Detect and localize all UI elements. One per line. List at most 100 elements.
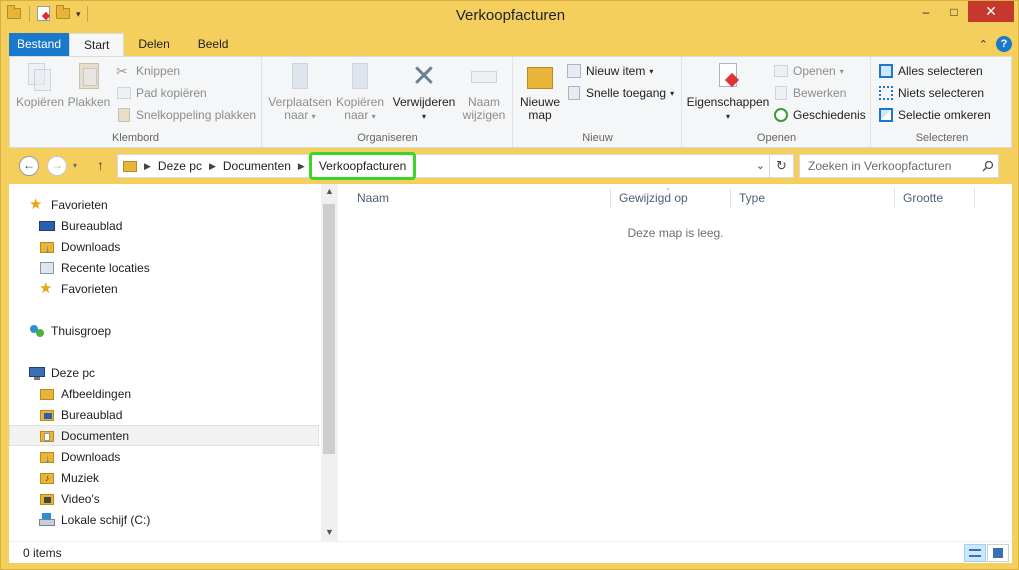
paste-button[interactable]: Plakken [66, 61, 112, 109]
new-folder-button[interactable]: Nieuwe map [518, 61, 562, 122]
nav-label: Downloads [61, 449, 121, 464]
nav-homegroup-header[interactable]: Thuisgroep [9, 320, 319, 341]
edit-button[interactable]: Bewerken [773, 83, 846, 103]
address-dropdown-icon[interactable]: ⌄ [756, 159, 765, 172]
maximize-button[interactable]: □ [940, 1, 968, 22]
nav-favorites-header[interactable]: ★ Favorieten [9, 194, 319, 215]
file-list: Naam Gewijzigd op Type Grootte ⌄ Deze ma… [339, 184, 1012, 541]
column-header-modified[interactable]: Gewijzigd op [611, 188, 731, 208]
nav-label: Bureaublad [61, 218, 123, 233]
search-icon[interactable] [982, 160, 994, 172]
window-controls: – □ ✕ [912, 1, 1014, 22]
minimize-button[interactable]: – [912, 1, 940, 22]
nav-label: Documenten [61, 428, 130, 443]
address-bar[interactable]: ▶ Deze pc ▶ Documenten ▶ Verkoopfacturen… [117, 152, 794, 180]
pictures-folder-icon [39, 386, 55, 402]
scrollbar-thumb[interactable] [323, 204, 335, 454]
folder-icon [122, 158, 138, 174]
nav-item-favorites[interactable]: ★ Favorieten [9, 278, 319, 299]
close-button[interactable]: ✕ [968, 1, 1014, 22]
chevron-down-icon: ▾ [649, 66, 654, 76]
group-select: Alles selecteren Niets selecteren Select… [872, 57, 1012, 147]
tab-share[interactable]: Delen [124, 33, 183, 57]
cut-label: Knippen [136, 64, 181, 78]
large-icons-view-button[interactable] [987, 544, 1009, 562]
properties-label: Eigenschappen [686, 95, 770, 109]
column-header-size[interactable]: Grootte [895, 188, 975, 208]
select-all-button[interactable]: Alles selecteren [878, 61, 983, 81]
open-button[interactable]: Openen ▾ [773, 61, 844, 81]
open-icon [773, 63, 789, 79]
navigation-bar: ← → ▾ ↑ ▶ Deze pc ▶ Documenten ▶ Verkoop… [9, 152, 1012, 180]
properties-button[interactable]: Eigenschappen ▾ [685, 61, 771, 123]
easy-access-button[interactable]: Snelle toegang ▾ [566, 83, 674, 103]
videos-folder-icon [39, 491, 55, 507]
breadcrumb-this-pc[interactable]: Deze pc [153, 159, 207, 173]
copy-to-button[interactable]: Kopiëren naar ▾ [333, 61, 387, 123]
help-icon[interactable]: ? [996, 36, 1012, 52]
cut-button[interactable]: ✂ Knippen [116, 61, 180, 81]
new-folder-icon [524, 61, 556, 93]
breadcrumb-current-folder[interactable]: Verkoopfacturen [308, 152, 417, 180]
select-all-label: Alles selecteren [898, 64, 983, 78]
up-button[interactable]: ↑ [97, 157, 104, 173]
group-label-select: Selecteren [915, 132, 969, 144]
nav-item-desktop[interactable]: Bureaublad [9, 215, 319, 236]
computer-icon [29, 365, 45, 381]
back-button[interactable]: ← [19, 156, 39, 176]
nav-item-downloads[interactable]: ↓ Downloads [9, 236, 319, 257]
details-view-button[interactable] [964, 544, 986, 562]
rename-button[interactable]: Naam wijzigen [459, 61, 509, 122]
large-icons-view-icon [993, 548, 1003, 558]
invert-selection-label: Selectie omkeren [898, 108, 991, 122]
recent-locations-icon[interactable]: ▾ [73, 161, 77, 170]
column-header-type[interactable]: Type [731, 188, 895, 208]
group-label-new: Nieuw [582, 132, 613, 144]
edit-label: Bewerken [793, 86, 847, 100]
history-button[interactable]: Geschiedenis [773, 105, 866, 125]
forward-button[interactable]: → [47, 156, 67, 176]
nav-item-desktop-folder[interactable]: Bureaublad [9, 404, 319, 425]
move-to-label-2: naar [284, 108, 309, 122]
copy-button[interactable]: Kopiëren [16, 61, 64, 109]
breadcrumb-documents[interactable]: Documenten [218, 159, 296, 173]
rename-label-2: wijzigen [462, 108, 506, 122]
search-input[interactable]: Zoeken in Verkoopfacturen [799, 154, 999, 178]
nav-item-local-disk[interactable]: Lokale schijf (C:) [9, 509, 319, 530]
paste-shortcut-label: Snelkoppeling plakken [136, 108, 257, 122]
copy-path-button[interactable]: Pad kopiëren [116, 83, 207, 103]
recent-icon [39, 260, 55, 276]
navigation-pane-scrollbar[interactable]: ▲ ▼ [321, 184, 338, 541]
nav-item-pictures[interactable]: Afbeeldingen [9, 383, 319, 404]
nav-item-videos[interactable]: Video's [9, 488, 319, 509]
column-header-name[interactable]: Naam [349, 188, 611, 208]
delete-button[interactable]: ✕ Verwijderen ▾ [391, 61, 457, 123]
tab-start[interactable]: Start [69, 33, 125, 57]
star-icon: ★ [39, 279, 53, 297]
nav-this-pc-header[interactable]: Deze pc [9, 362, 319, 383]
new-folder-label-2: map [528, 108, 552, 122]
copy-path-icon [116, 85, 132, 101]
refresh-icon[interactable]: ↻ [769, 155, 793, 177]
paste-shortcut-button[interactable]: Snelkoppeling plakken [116, 105, 256, 125]
move-to-icon [284, 61, 316, 93]
nav-item-music[interactable]: ♪ Muziek [9, 467, 319, 488]
tab-view[interactable]: Beeld [184, 33, 243, 57]
invert-selection-button[interactable]: Selectie omkeren [878, 105, 991, 125]
tab-file[interactable]: Bestand [9, 33, 70, 57]
scroll-down-icon[interactable]: ▼ [321, 527, 338, 537]
nav-label: Favorieten [51, 197, 108, 212]
nav-item-downloads-folder[interactable]: ↓ Downloads [9, 446, 319, 467]
move-to-button[interactable]: Verplaatsen naar ▾ [267, 61, 333, 123]
scroll-up-icon[interactable]: ▲ [321, 186, 338, 196]
documents-folder-icon [39, 428, 55, 444]
nav-item-recent[interactable]: Recente locaties [9, 257, 319, 278]
chevron-down-icon: ▾ [839, 66, 844, 76]
new-item-button[interactable]: Nieuw item ▾ [566, 61, 653, 81]
copy-path-label: Pad kopiëren [136, 86, 207, 100]
collapse-ribbon-icon[interactable]: ⌃ [979, 38, 988, 51]
select-none-button[interactable]: Niets selecteren [878, 83, 984, 103]
nav-item-documents[interactable]: Documenten [9, 425, 319, 446]
ribbon-tabs: Bestand Start Delen Beeld [9, 33, 242, 57]
explorer-window: ▾ Verkoopfacturen – □ ✕ Bestand Start De… [0, 0, 1019, 570]
